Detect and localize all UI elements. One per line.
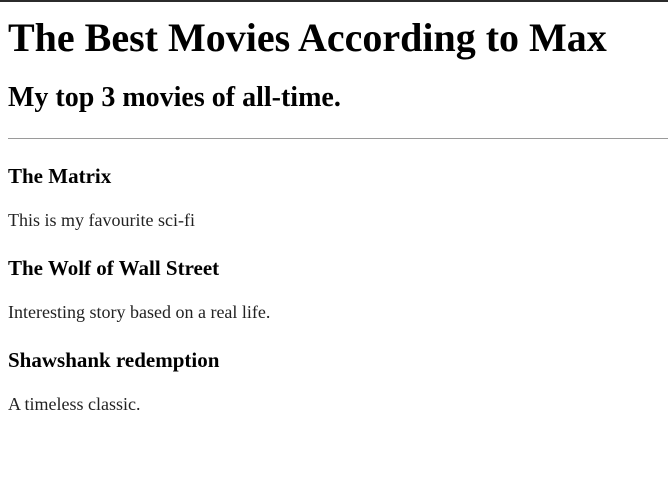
page-content: The Best Movies According to Max My top …	[0, 2, 668, 415]
movie-list: The Matrix This is my favourite sci-fi T…	[8, 139, 668, 415]
movie-item: The Wolf of Wall Street Interesting stor…	[8, 231, 668, 323]
movie-title: Shawshank redemption	[8, 348, 220, 372]
movie-item: The Matrix This is my favourite sci-fi	[8, 139, 668, 231]
movie-item: Shawshank redemption A timeless classic.	[8, 323, 668, 415]
movie-title: The Matrix	[8, 164, 112, 188]
page-subtitle: My top 3 movies of all-time.	[8, 82, 341, 113]
page-title: The Best Movies According to Max	[8, 15, 607, 60]
movie-description: A timeless classic.	[8, 394, 141, 414]
movie-description: Interesting story based on a real life.	[8, 302, 271, 322]
movie-title: The Wolf of Wall Street	[8, 256, 220, 280]
movie-description: This is my favourite sci-fi	[8, 210, 195, 230]
